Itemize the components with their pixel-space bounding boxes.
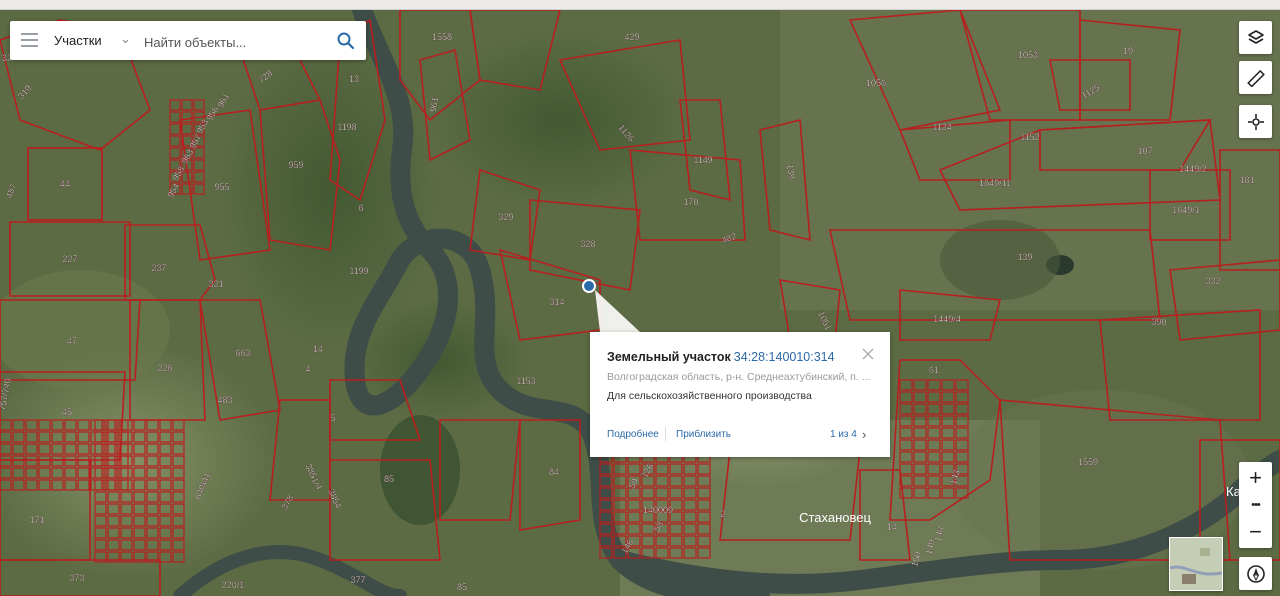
ruler-button[interactable] <box>1239 61 1272 94</box>
search-icon[interactable] <box>336 31 356 51</box>
parcel-label: 45 <box>62 407 72 417</box>
parcel-label: 1056 <box>866 78 886 88</box>
parcel-label: 47 <box>67 336 77 346</box>
popup-address: Волгоградская область, р-н. Среднеахтуби… <box>607 371 871 383</box>
parcel-label: 6 <box>358 203 363 213</box>
parcel-label: 85 <box>384 474 394 484</box>
popup-usage: Для сельскохозяйственного производства <box>607 390 812 402</box>
parcel-label: 4 <box>305 364 310 374</box>
parcel-label: 329 <box>498 212 513 222</box>
parcel-label: 1558 <box>432 32 452 42</box>
parcel-label: 44 <box>60 179 70 189</box>
zoom-in-button[interactable]: + <box>1239 464 1272 492</box>
parcel-label: 227 <box>62 254 77 264</box>
menu-icon[interactable] <box>21 33 38 48</box>
parcel-label: 14 <box>887 522 897 532</box>
parcel-label: 483 <box>217 395 232 405</box>
compass-icon <box>1246 564 1265 583</box>
layers-icon <box>1247 29 1264 44</box>
popup-pagination: 1 из 4 <box>830 429 857 440</box>
parcel-label: 328 <box>580 239 595 249</box>
parcel-label: 314 <box>549 297 564 307</box>
parcel-label: 1153 <box>516 376 535 386</box>
parcel-label: 107 <box>1137 146 1152 156</box>
compass-button[interactable] <box>1239 557 1272 590</box>
parcel-label: 332 <box>1205 276 1220 286</box>
search-panel: Участки ⌄ <box>10 21 366 60</box>
parcel-label: 1199 <box>349 266 368 276</box>
browser-bookmarks-strip <box>0 0 1280 10</box>
ruler-icon <box>1246 69 1265 87</box>
parcel-label: 1053 <box>1018 50 1038 60</box>
parcel-label: 139 <box>1017 252 1032 262</box>
search-input[interactable] <box>142 30 326 54</box>
parcel-label: 1149 <box>693 155 712 165</box>
close-icon[interactable] <box>860 346 876 362</box>
parcel-label: 19 <box>1123 46 1133 56</box>
parcel-label: 85 <box>457 582 467 592</box>
parcel-label: 1152 <box>1020 132 1039 142</box>
parcel-label: 1559 <box>1078 457 1098 467</box>
parcel-label: 13 <box>349 74 359 84</box>
parcel-info-popup: Земельный участок 34:28:140010:314 Волгог… <box>590 332 890 457</box>
parcel-label: 377 <box>350 575 365 585</box>
parcel-label: 1449/2 <box>1179 164 1207 174</box>
popup-title: Земельный участок 34:28:140010:314 <box>607 350 835 364</box>
parcel-label: 1124 <box>932 122 951 132</box>
parcel-label: 2 <box>720 509 725 519</box>
parcel-label: 220/1 <box>222 580 245 590</box>
parcel-label: 171 <box>29 515 44 525</box>
basemap-thumbnail[interactable] <box>1169 537 1223 591</box>
parcel-label: 321 <box>208 279 223 289</box>
chevron-right-icon[interactable]: › <box>862 427 866 442</box>
zoom-control: + ••• − <box>1239 462 1272 548</box>
parcel-label: 5 <box>330 413 335 423</box>
popup-title-text: Земельный участок <box>607 350 731 364</box>
parcel-label: 373 <box>69 573 84 583</box>
parcel-label: 955 <box>214 182 229 192</box>
parcel-label: 170 <box>683 197 698 207</box>
divider <box>665 427 666 441</box>
parcel-label: 390 <box>1151 317 1166 327</box>
parcel-label: 1649/11 <box>979 178 1011 188</box>
parcel-label: 61 <box>929 365 939 375</box>
basemap-preview <box>1170 538 1222 590</box>
layers-button[interactable] <box>1239 21 1272 54</box>
parcel-label: 1198 <box>337 122 356 132</box>
parcel-label: 140009 <box>643 505 673 515</box>
parcel-label: 181 <box>1239 175 1254 185</box>
parcel-label: 237 <box>151 263 166 273</box>
zoom-out-button[interactable]: − <box>1239 518 1272 546</box>
parcel-label: 429 <box>624 32 639 42</box>
crosshair-icon <box>1247 113 1264 130</box>
parcel-label: 84 <box>549 467 559 477</box>
parcel-label: 663 <box>235 348 250 358</box>
place-label-stakhanovets: Стахановец <box>799 510 871 525</box>
parcel-label: 1449/4 <box>933 314 961 324</box>
details-link[interactable]: Подробнее <box>607 429 659 440</box>
cadastral-number-link[interactable]: 34:28:140010:314 <box>734 350 835 364</box>
zoom-to-link[interactable]: Приблизить <box>676 429 731 440</box>
chevron-down-icon[interactable]: ⌄ <box>120 31 131 47</box>
parcel-label: 14 <box>313 344 323 354</box>
parcel-label: 959 <box>288 160 303 170</box>
locate-button[interactable] <box>1239 105 1272 138</box>
cadastral-map[interactable]: 1558 4291053 191056 1125112411521071449/218… <box>0 0 1280 596</box>
parcel-label: 1649/1 <box>1172 205 1200 215</box>
more-options-button[interactable]: ••• <box>1239 491 1272 519</box>
parcel-label: 226 <box>157 363 172 373</box>
search-category-select[interactable]: Участки <box>54 33 102 48</box>
